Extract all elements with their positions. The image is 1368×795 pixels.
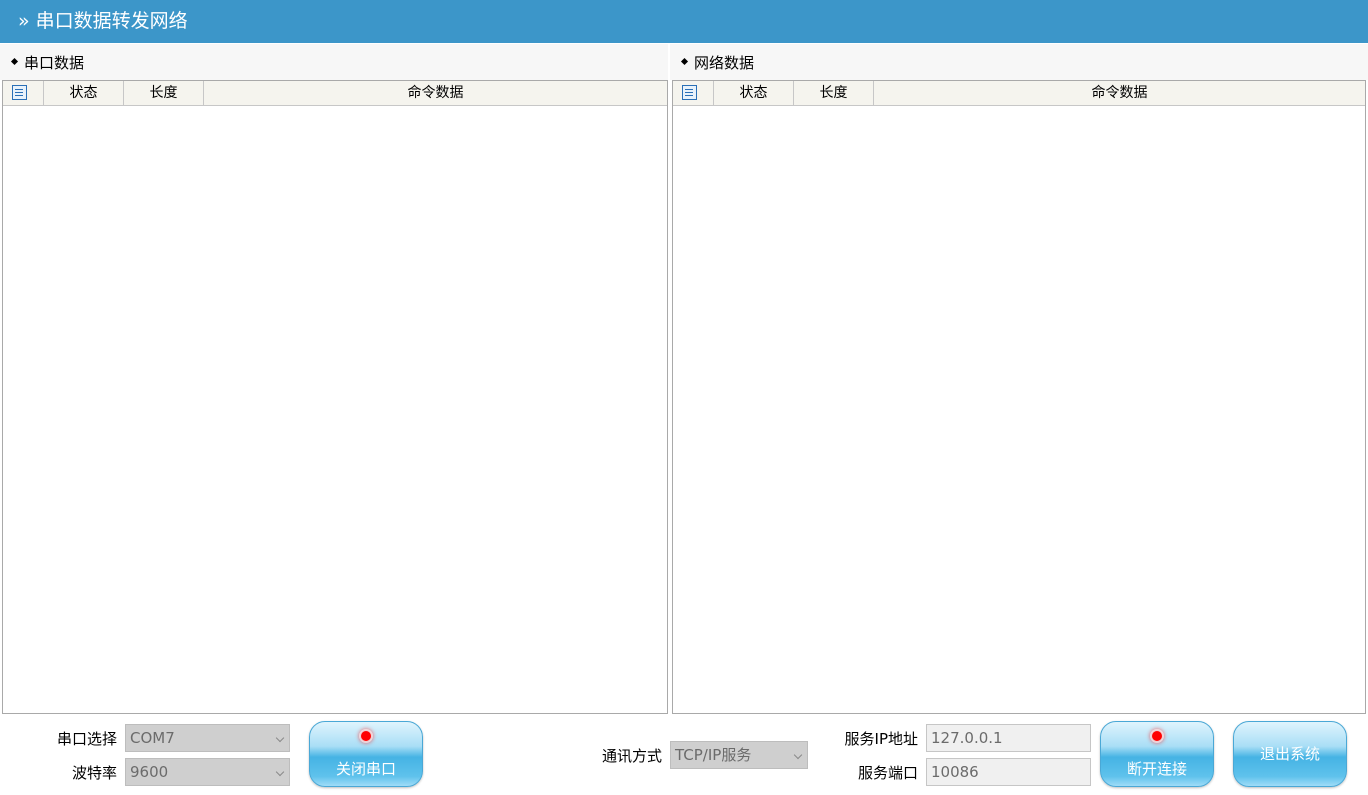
baud-rate-label: 波特率 [71, 764, 117, 782]
diamond-bullet-icon [10, 57, 19, 66]
status-led-icon [361, 731, 371, 741]
network-section-header [670, 44, 1368, 80]
column-header-state[interactable]: 状态 [714, 81, 794, 105]
port-select-label: 串口选择 [56, 730, 117, 748]
server-ip-field[interactable]: 127.0.0.1 [926, 724, 1091, 752]
serial-data-grid[interactable]: 状态 长度 命令数据 [2, 80, 668, 714]
server-ip-label: 服务IP地址 [844, 730, 918, 748]
comm-mode-label: 通讯方式 [601, 747, 662, 765]
serial-grid-header: 状态 长度 命令数据 [3, 81, 667, 106]
title-chevron: » [18, 10, 30, 32]
column-header-state[interactable]: 状态 [44, 81, 124, 105]
server-port-field[interactable]: 10086 [926, 758, 1091, 786]
comm-mode-select[interactable]: TCP/IP服务 [670, 741, 808, 769]
chevron-down-icon [275, 733, 285, 743]
network-section-label: 网络数据 [680, 52, 754, 74]
column-header-length[interactable]: 长度 [124, 81, 204, 105]
port-select[interactable]: COM7 [125, 724, 290, 752]
column-header-command-data[interactable]: 命令数据 [204, 81, 667, 105]
window-titlebar: » 串口数据转发网络 [0, 0, 1368, 43]
network-data-grid[interactable]: 状态 长度 命令数据 [672, 80, 1366, 714]
grid-select-column[interactable] [3, 81, 44, 105]
column-header-command-data[interactable]: 命令数据 [874, 81, 1365, 105]
diamond-bullet-icon [680, 57, 689, 66]
column-header-length[interactable]: 长度 [794, 81, 874, 105]
chevron-down-icon [793, 750, 803, 760]
status-led-icon [1152, 731, 1162, 741]
close-port-button[interactable]: 关闭串口 [309, 721, 423, 787]
network-grid-header: 状态 长度 命令数据 [673, 81, 1365, 106]
serial-section-label: 串口数据 [10, 52, 84, 74]
exit-system-button[interactable]: 退出系统 [1233, 721, 1347, 787]
window-title: 串口数据转发网络 [35, 10, 188, 32]
grid-menu-icon[interactable] [12, 85, 27, 100]
grid-select-column[interactable] [673, 81, 714, 105]
serial-section-header [0, 44, 668, 80]
chevron-down-icon [275, 767, 285, 777]
baud-rate-select[interactable]: 9600 [125, 758, 290, 786]
disconnect-button[interactable]: 断开连接 [1100, 721, 1214, 787]
server-port-label: 服务端口 [857, 764, 918, 782]
grid-menu-icon[interactable] [682, 85, 697, 100]
